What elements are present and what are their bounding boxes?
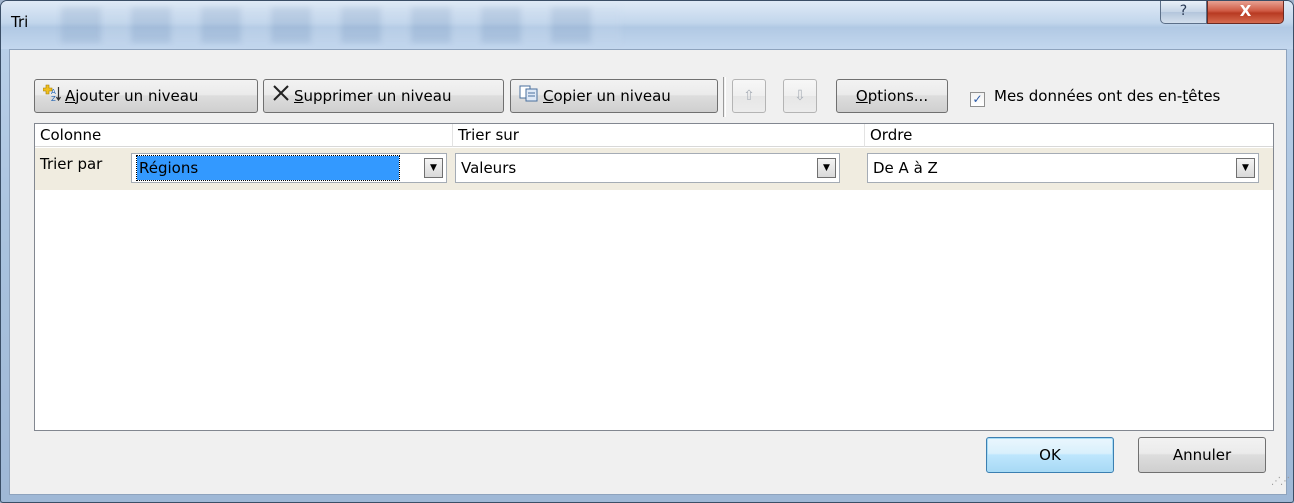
copy-level-button[interactable]: Copier un niveau (510, 79, 718, 113)
column-header-sort-on: Trier sur (453, 124, 865, 147)
column-select-value: Régions (136, 155, 400, 181)
options-mnemonic: O (855, 87, 868, 105)
sort-dialog: Tri ? X A Z Ajouter un niveau Supprimer … (0, 0, 1294, 503)
chevron-down-icon[interactable]: ▼ (817, 158, 836, 178)
headers-checkbox[interactable]: ✓ (970, 92, 985, 107)
add-level-mnemonic: A (65, 87, 76, 105)
order-select[interactable]: De A à Z ▼ (867, 153, 1259, 183)
help-button[interactable]: ? (1160, 1, 1207, 24)
sort-add-icon: A Z (42, 81, 61, 113)
copy-level-label: opier un niveau (553, 87, 671, 105)
title-bar-background (61, 7, 621, 43)
headers-checkbox-label-post: êtes (1188, 87, 1221, 105)
column-header-order: Ordre (865, 124, 1273, 147)
headers-checkbox-label-pre: Mes données ont des en- (994, 87, 1183, 105)
arrow-up-icon: ⇧ (743, 88, 755, 104)
arrow-down-icon: ⇩ (794, 88, 806, 104)
options-label: ptions... (867, 87, 929, 105)
copy-level-mnemonic: C (543, 87, 554, 105)
sort-by-label: Trier par (40, 155, 103, 173)
headers-checkbox-row[interactable]: ✓ Mes données ont des en-têtes (970, 87, 1220, 107)
ok-button[interactable]: OK (986, 437, 1114, 473)
add-level-label: jouter un niveau (75, 87, 199, 105)
delete-level-button[interactable]: Supprimer un niveau (263, 79, 504, 113)
toolbar-separator (723, 77, 726, 117)
table-row[interactable]: Trier par Régions ▼ Valeurs ▼ De A à Z ▼ (35, 148, 1273, 190)
copy-icon (519, 81, 539, 113)
column-header-column: Colonne (35, 124, 453, 147)
resize-grip-icon[interactable]: ⋰⋰ (1271, 477, 1290, 491)
window-title: Tri (11, 13, 29, 31)
dialog-body: A Z Ajouter un niveau Supprimer un nivea… (9, 49, 1290, 495)
sort-on-select-value: Valeurs (461, 159, 517, 177)
delete-x-icon (272, 81, 290, 113)
column-select[interactable]: Régions ▼ (131, 153, 447, 183)
options-button[interactable]: Options... (836, 79, 948, 113)
order-select-value: De A à Z (873, 159, 938, 177)
cancel-button[interactable]: Annuler (1138, 437, 1266, 473)
chevron-down-icon[interactable]: ▼ (1236, 158, 1255, 178)
add-level-button[interactable]: A Z Ajouter un niveau (34, 79, 258, 113)
sort-levels-grid: Colonne Trier sur Ordre Trier par Région… (34, 123, 1274, 431)
delete-level-mnemonic: S (294, 87, 304, 105)
title-bar[interactable]: Tri ? X (1, 1, 1293, 49)
move-down-button[interactable]: ⇩ (783, 79, 817, 113)
svg-text:Z: Z (51, 95, 56, 102)
delete-level-label: upprimer un niveau (303, 87, 452, 105)
move-up-button[interactable]: ⇧ (732, 79, 766, 113)
chevron-down-icon[interactable]: ▼ (424, 158, 443, 178)
sort-on-select[interactable]: Valeurs ▼ (455, 153, 840, 183)
close-button[interactable]: X (1207, 1, 1284, 24)
